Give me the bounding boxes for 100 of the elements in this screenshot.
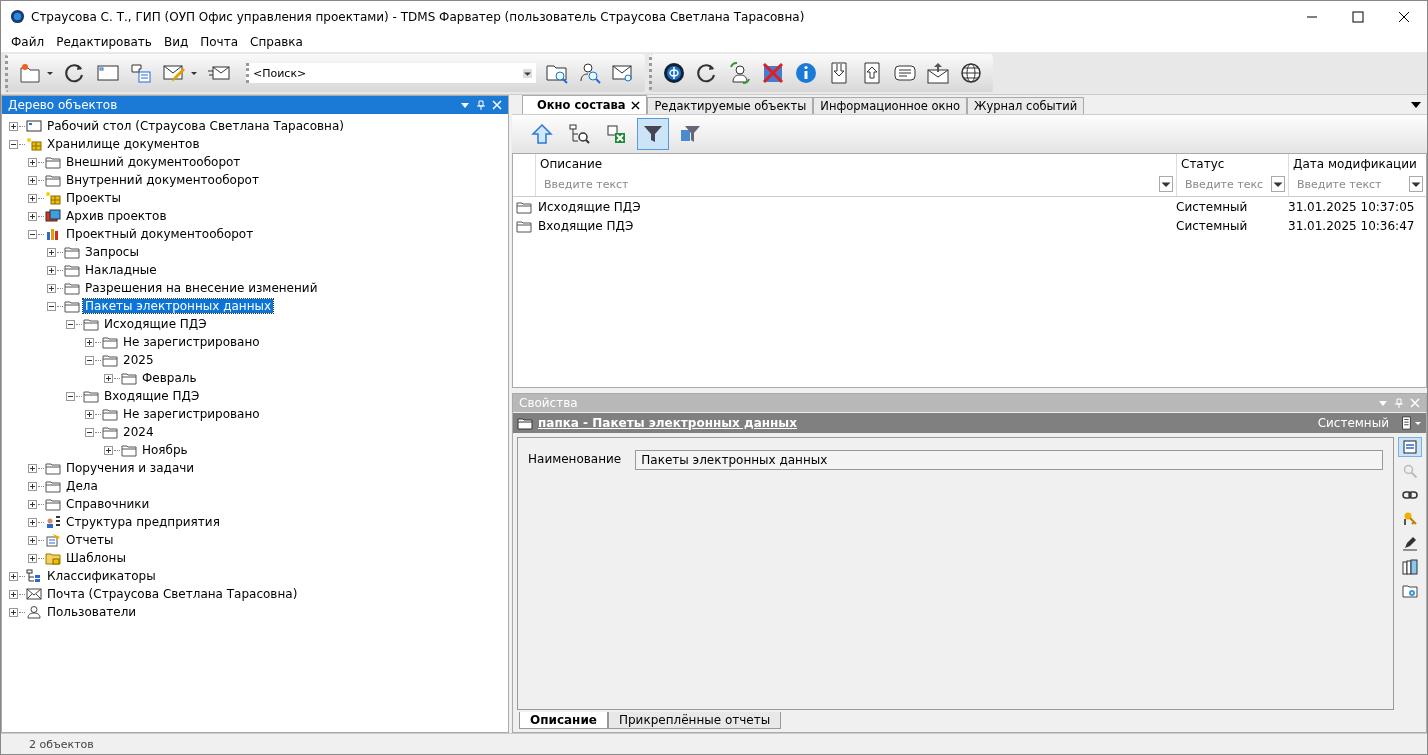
collapse-toggle[interactable]	[9, 139, 18, 149]
globe-icon[interactable]	[959, 61, 983, 85]
filter-button[interactable]	[637, 118, 669, 150]
name-field[interactable]: Пакеты электронных данных	[635, 450, 1383, 470]
expand-toggle[interactable]	[28, 553, 37, 563]
expand-toggle[interactable]	[9, 607, 18, 617]
dropdown-icon[interactable]	[1159, 176, 1173, 192]
tab[interactable]: Прикреплённые отчеты	[607, 712, 782, 729]
user-sync-icon[interactable]	[728, 61, 752, 85]
tree-item[interactable]: Ноябрь	[140, 443, 190, 457]
expand-toggle[interactable]	[85, 337, 94, 347]
tab[interactable]: Описание	[519, 712, 608, 729]
dropdown-icon[interactable]	[523, 68, 532, 78]
tab[interactable]: Информационное окно	[813, 97, 967, 114]
tree-item[interactable]: Проекты	[64, 191, 124, 205]
collapse-toggle[interactable]	[85, 427, 94, 437]
cross-out-icon[interactable]	[761, 61, 785, 85]
caret-icon[interactable]	[46, 69, 54, 77]
expand-toggle[interactable]	[28, 193, 37, 203]
close-icon[interactable]	[631, 100, 641, 110]
dropdown-icon[interactable]	[1271, 176, 1285, 192]
filter-field[interactable]: Введите текс	[1181, 175, 1285, 193]
menu-item[interactable]: Вид	[157, 35, 195, 49]
filter-field[interactable]: Введите текст	[1293, 175, 1423, 193]
collapse-toggle[interactable]	[66, 319, 75, 329]
column-header[interactable]: Описание	[540, 157, 1173, 171]
envelope-icon	[26, 587, 42, 601]
expand-toggle[interactable]	[9, 589, 18, 599]
menu-item[interactable]: Почта	[194, 35, 245, 49]
expand-toggle[interactable]	[28, 517, 37, 527]
expand-toggle[interactable]	[85, 409, 94, 419]
expand-toggle[interactable]	[28, 211, 37, 221]
expand-toggle[interactable]	[47, 265, 56, 275]
tree-item[interactable]: Проектный документооборот	[64, 227, 256, 241]
menu-item[interactable]: Справка	[244, 35, 309, 49]
pin-icon[interactable]	[476, 100, 486, 110]
collapse-toggle[interactable]	[47, 301, 56, 311]
menu-item[interactable]: Редактировать	[50, 35, 158, 49]
form-button[interactable]	[1398, 437, 1422, 457]
tab-list-dropdown-icon[interactable]	[1411, 99, 1421, 110]
tree-item[interactable]: Не зарегистрировано	[121, 335, 262, 349]
collapse-toggle[interactable]	[28, 229, 37, 239]
tree-item[interactable]: Рабочий стол (Страусова Светлана Тарасовна)	[45, 119, 346, 133]
folder-gear-icon	[1402, 583, 1418, 599]
expand-toggle[interactable]	[28, 157, 37, 167]
tree-item[interactable]: Накладные	[83, 263, 159, 277]
object-link[interactable]: папка - Пакеты электронных данных	[538, 416, 1313, 430]
tree-item[interactable]: Хранилище документов	[45, 137, 202, 151]
tree-item[interactable]: Дела	[64, 479, 100, 493]
tree-item[interactable]: Разрешения на внесение изменений	[83, 281, 320, 295]
expand-toggle[interactable]	[47, 283, 56, 293]
tree-search-icon	[568, 123, 590, 145]
org-chart-icon	[45, 515, 61, 529]
column-header[interactable]: Статус	[1181, 157, 1285, 171]
tree-item[interactable]: Классификаторы	[45, 569, 158, 583]
expand-toggle[interactable]	[47, 247, 56, 257]
expand-toggle[interactable]	[104, 445, 113, 455]
tree-item[interactable]: Входящие ПДЭ	[102, 389, 202, 403]
expand-toggle[interactable]	[28, 535, 37, 545]
tree-item[interactable]: 2025	[121, 353, 156, 367]
expand-toggle[interactable]	[28, 499, 37, 509]
tree-item[interactable]: Не зарегистрировано	[121, 407, 262, 421]
tab[interactable]: Редактируемые объекты	[647, 97, 814, 114]
tree-item[interactable]: Запросы	[83, 245, 141, 259]
tree-item[interactable]: Отчеты	[64, 533, 116, 547]
tree-item[interactable]: Внутренний документооборот	[64, 173, 261, 187]
search-field[interactable]: <Поиск>	[246, 63, 536, 83]
collapse-toggle[interactable]	[66, 391, 75, 401]
tree-item[interactable]: Поручения и задачи	[64, 461, 197, 475]
menu-item[interactable]: Файл	[5, 35, 51, 49]
expand-toggle[interactable]	[28, 175, 37, 185]
column-header[interactable]: Дата модификации	[1293, 157, 1423, 171]
expand-toggle[interactable]	[9, 121, 18, 131]
tree-item[interactable]: Пакеты электронных данных	[83, 299, 274, 313]
tree-item[interactable]: Шаблоны	[64, 551, 128, 565]
mail-upload-icon[interactable]	[926, 61, 950, 85]
filter-field[interactable]: Введите текст	[540, 175, 1173, 193]
folder-icon	[516, 199, 532, 214]
collapse-toggle[interactable]	[85, 355, 94, 365]
tree-item[interactable]: Архив проектов	[64, 209, 169, 223]
expand-toggle[interactable]	[104, 373, 113, 383]
tree-item[interactable]: Пользователи	[45, 605, 139, 619]
puzzle-list-icon[interactable]	[129, 61, 153, 85]
logo-icon[interactable]	[662, 61, 686, 85]
expand-toggle[interactable]	[9, 571, 18, 581]
info-icon[interactable]	[794, 61, 818, 85]
tab[interactable]: Окно состава	[522, 95, 648, 114]
caret-icon[interactable]	[190, 69, 198, 77]
tree-item[interactable]: Почта (Страусова Светлана Тарасовна)	[45, 587, 300, 601]
expand-toggle[interactable]	[28, 463, 37, 473]
tree-item[interactable]: Справочники	[64, 497, 152, 511]
expand-toggle[interactable]	[28, 481, 37, 491]
tree-item[interactable]: Февраль	[140, 371, 199, 385]
dropdown-icon[interactable]	[1409, 176, 1423, 192]
tree-item[interactable]: Исходящие ПДЭ	[102, 317, 209, 331]
tab[interactable]: Журнал событий	[967, 97, 1085, 114]
tree-item[interactable]: Структура предприятия	[64, 515, 222, 529]
user-search-icon[interactable]	[578, 61, 602, 85]
tree-item[interactable]: Внешний документооборот	[64, 155, 243, 169]
tree-item[interactable]: 2024	[121, 425, 156, 439]
